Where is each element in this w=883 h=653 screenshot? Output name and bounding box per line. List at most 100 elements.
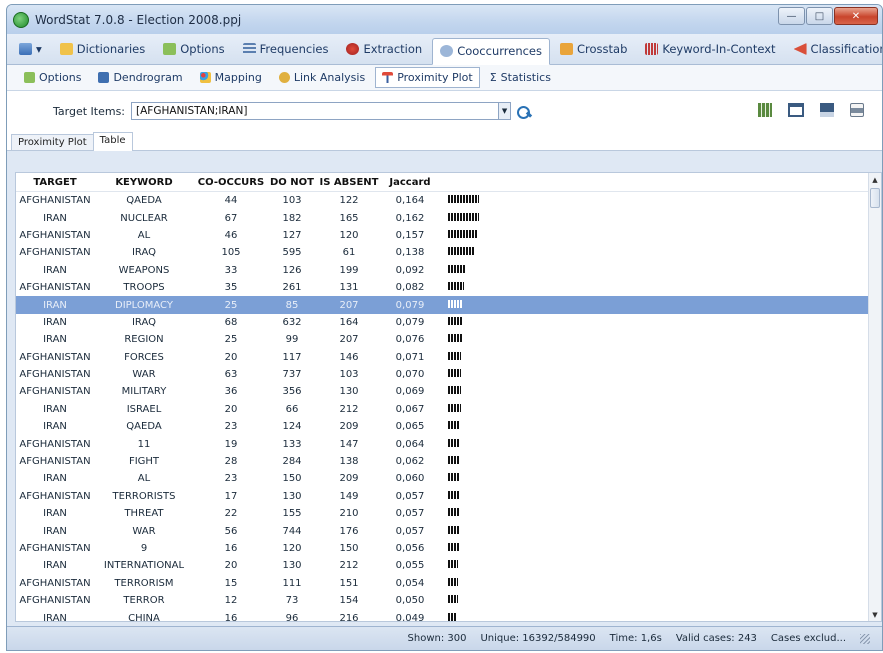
maximize-button[interactable]: □	[806, 7, 833, 25]
table-row[interactable]: AFGHANISTAN TERRORISTS 17 130 149 0,057	[16, 488, 881, 505]
window-title: WordStat 7.0.8 - Election 2008.ppj	[35, 12, 242, 27]
close-button[interactable]: ✕	[834, 7, 878, 25]
cell-jaccard-bar	[438, 195, 518, 206]
table-row[interactable]: IRAN QAEDA 23 124 209 0,065	[16, 418, 881, 435]
table-row[interactable]: IRAN NUCLEAR 67 182 165 0,162	[16, 209, 881, 226]
table-row[interactable]: IRAN IRAQ 68 632 164 0,079	[16, 314, 881, 331]
cell-keyword: WEAPONS	[118, 264, 170, 276]
cell-target: AFGHANISTAN	[19, 351, 91, 363]
tab-options[interactable]: Options	[155, 37, 232, 61]
table-row[interactable]: AFGHANISTAN TERROR 12 73 154 0,050	[16, 592, 881, 609]
jaccard-bar	[448, 560, 458, 569]
cell-is-absent: 147	[339, 438, 359, 450]
cell-keyword: TROOPS	[123, 282, 165, 294]
tab-crosstab[interactable]: Crosstab	[552, 37, 635, 61]
table-row[interactable]: IRAN DIPLOMACY 25 85 207 0,079	[16, 296, 881, 314]
table-row[interactable]: AFGHANISTAN TROOPS 35 261 131 0,082	[16, 279, 881, 296]
cell-jaccard: 0,076	[395, 334, 425, 346]
tab-cooccurrences[interactable]: Cooccurrences	[432, 37, 550, 65]
table-row[interactable]: IRAN REGION 25 99 207 0,076	[16, 331, 881, 348]
cell-jaccard-bar	[438, 264, 518, 276]
cell-target: IRAN	[43, 612, 67, 622]
table-row[interactable]: AFGHANISTAN AL 46 127 120 0,157	[16, 227, 881, 244]
scroll-down-arrow-icon[interactable]: ▼	[869, 608, 881, 621]
scrollbar-thumb[interactable]	[870, 188, 880, 208]
cell-is-absent: 165	[339, 212, 359, 224]
tab-keyword-in-context[interactable]: Keyword-In-Context	[637, 37, 783, 61]
table-row[interactable]: AFGHANISTAN TERRORISM 15 111 151 0,054	[16, 575, 881, 592]
vertical-scrollbar[interactable]: ▲ ▼	[868, 173, 881, 621]
table-row[interactable]: AFGHANISTAN 9 16 120 150 0,056	[16, 540, 881, 557]
jaccard-bar	[448, 508, 459, 517]
scroll-up-arrow-icon[interactable]: ▲	[869, 173, 881, 186]
cell-co-occurs: 20	[224, 351, 238, 363]
table-row[interactable]: AFGHANISTAN IRAQ 105 595 61 0,138	[16, 244, 881, 261]
column-header-is-absent[interactable]: IS ABSENT	[316, 177, 382, 188]
subtab-proximity-plot[interactable]: Proximity Plot	[375, 67, 480, 88]
cell-keyword: 11	[137, 438, 151, 450]
table-row[interactable]: IRAN CHINA 16 96 216 0,049	[16, 609, 881, 622]
table-row[interactable]: IRAN AL 23 150 209 0,060	[16, 470, 881, 487]
view-tab-bar: Proximity Plot Table	[7, 131, 882, 151]
table-row[interactable]: IRAN THREAT 22 155 210 0,057	[16, 505, 881, 522]
table-row[interactable]: AFGHANISTAN FIGHT 28 284 138 0,062	[16, 453, 881, 470]
jaccard-bar	[448, 403, 461, 412]
cell-jaccard-bar	[438, 438, 518, 450]
save-icon[interactable]	[820, 103, 834, 117]
table-row[interactable]: AFGHANISTAN QAEDA 44 103 122 0,164	[16, 192, 881, 209]
subtab-dendrogram[interactable]: Dendrogram	[91, 67, 189, 88]
cell-co-occurs: 16	[224, 612, 238, 622]
column-header-keyword[interactable]: KEYWORD	[94, 177, 194, 188]
column-header-do-not[interactable]: DO NOT	[268, 177, 316, 188]
subtab-statistics[interactable]: Σ Statistics	[483, 67, 558, 88]
table-header: TARGET KEYWORD CO-OCCURS DO NOT IS ABSEN…	[16, 173, 881, 192]
cell-jaccard-bar	[438, 525, 518, 537]
tab-proximity-plot-view[interactable]: Proximity Plot	[11, 134, 94, 150]
subtab-options[interactable]: Options	[17, 67, 88, 88]
find-icon[interactable]	[517, 104, 533, 119]
cell-keyword: INTERNATIONAL	[103, 560, 185, 572]
print-icon[interactable]	[850, 103, 864, 117]
cell-keyword: QAEDA	[126, 195, 162, 207]
column-header-target[interactable]: TARGET	[16, 177, 94, 188]
quick-access-menu-button[interactable]: ▾	[11, 37, 50, 61]
cell-jaccard-bar	[438, 334, 518, 345]
column-header-co-occurs[interactable]: CO-OCCURS	[194, 177, 268, 188]
cell-jaccard: 0,049	[395, 612, 425, 622]
grid-icon[interactable]	[758, 103, 772, 117]
subtab-mapping[interactable]: Mapping	[193, 67, 269, 88]
minimize-button[interactable]: —	[778, 7, 805, 25]
target-items-input[interactable]	[131, 102, 500, 120]
table-row[interactable]: IRAN WAR 56 744 176 0,057	[16, 522, 881, 539]
table-row[interactable]: AFGHANISTAN FORCES 20 117 146 0,071	[16, 349, 881, 366]
tab-extraction[interactable]: Extraction	[338, 37, 430, 61]
tab-classification[interactable]: Classification	[786, 37, 882, 61]
cooccurrence-table: TARGET KEYWORD CO-OCCURS DO NOT IS ABSEN…	[15, 172, 882, 622]
export-icon[interactable]	[788, 103, 804, 117]
target-items-label: Target Items:	[53, 104, 126, 118]
cell-jaccard-bar	[438, 316, 518, 328]
cell-jaccard: 0,079	[395, 316, 425, 328]
cell-keyword: AL	[137, 473, 151, 485]
table-row[interactable]: AFGHANISTAN WAR 63 737 103 0,070	[16, 366, 881, 383]
tab-frequencies[interactable]: Frequencies	[235, 37, 337, 61]
resize-grip[interactable]	[860, 633, 870, 644]
table-row[interactable]: IRAN ISRAEL 20 66 212 0,067	[16, 401, 881, 418]
jaccard-bar	[448, 334, 462, 343]
cell-jaccard-bar	[438, 212, 518, 224]
table-row[interactable]: AFGHANISTAN MILITARY 36 356 130 0,069	[16, 383, 881, 400]
column-header-jaccard[interactable]: Jaccard	[382, 177, 438, 188]
table-row[interactable]: IRAN INTERNATIONAL 20 130 212 0,055	[16, 557, 881, 574]
target-items-dropdown[interactable]: ▼	[499, 102, 512, 120]
subtab-link-analysis[interactable]: Link Analysis	[272, 67, 372, 88]
cell-is-absent: 210	[339, 508, 359, 520]
tab-dictionaries[interactable]: Dictionaries	[52, 37, 153, 61]
table-row[interactable]: AFGHANISTAN 11 19 133 147 0,064	[16, 435, 881, 452]
jaccard-bar	[448, 195, 479, 204]
cell-jaccard: 0,060	[395, 473, 425, 485]
jaccard-bar	[448, 351, 461, 360]
cell-jaccard: 0,065	[395, 421, 425, 433]
table-row[interactable]: IRAN WEAPONS 33 126 199 0,092	[16, 262, 881, 279]
cell-jaccard-bar	[438, 247, 518, 258]
tab-table-view[interactable]: Table	[92, 132, 133, 151]
